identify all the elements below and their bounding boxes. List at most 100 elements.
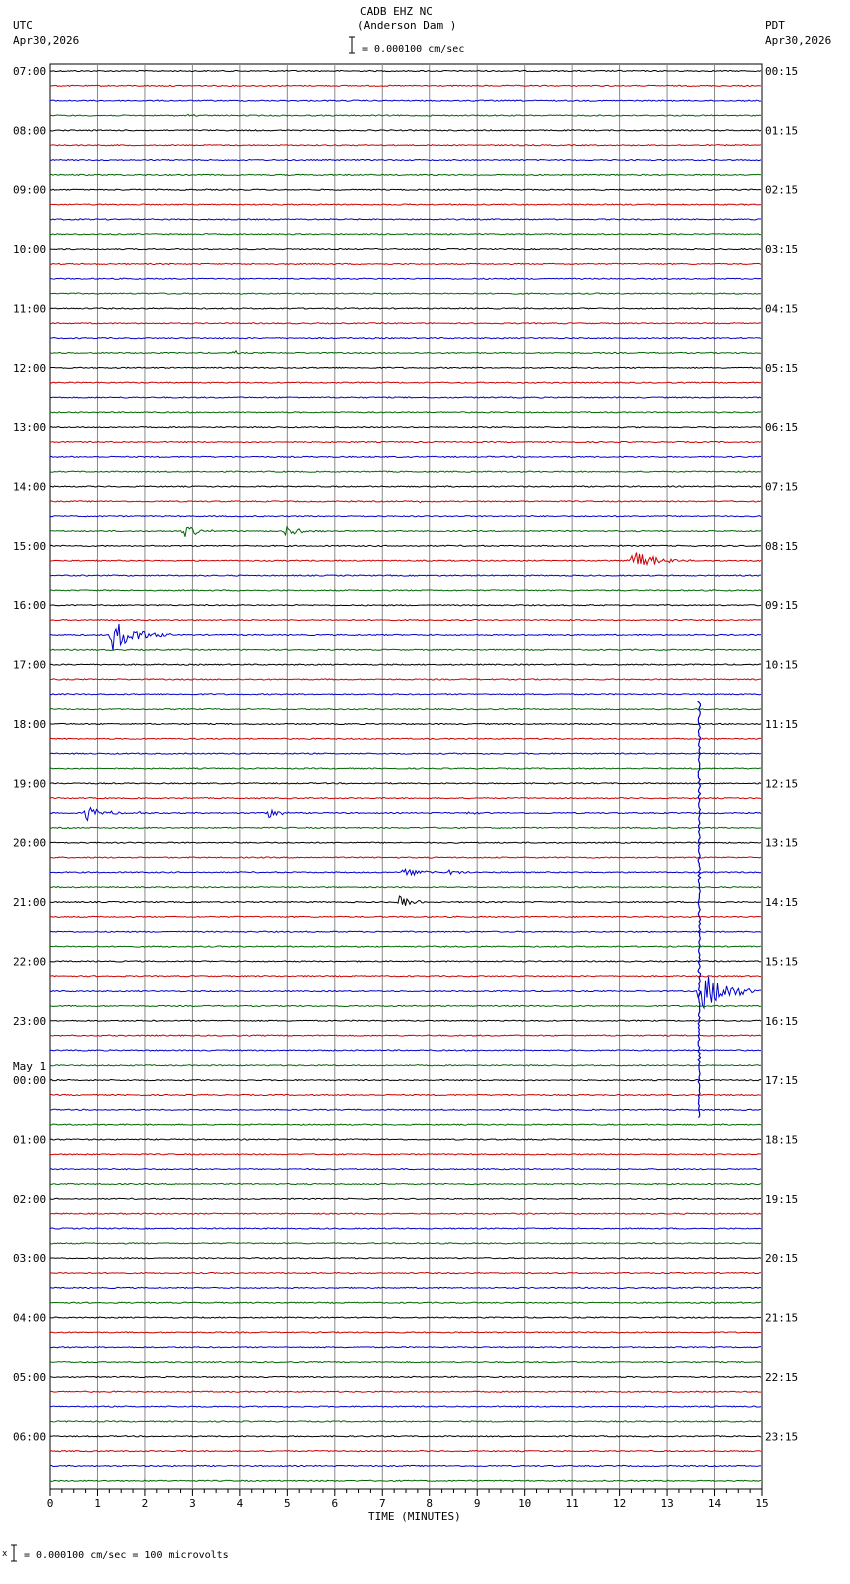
seismic-trace — [49, 1197, 762, 1201]
seismic-trace — [49, 129, 762, 132]
seismic-trace — [49, 426, 762, 429]
utc-hour-label: 12:00 — [13, 362, 46, 375]
seismic-trace — [49, 1227, 762, 1230]
pdt-hour-label: 20:15 — [765, 1252, 798, 1265]
utc-hour-label: 05:00 — [13, 1371, 46, 1384]
seismic-trace — [49, 515, 762, 518]
x-tick-label: 12 — [613, 1497, 626, 1510]
pdt-hour-label: 05:15 — [765, 362, 798, 375]
seismic-trace — [49, 544, 762, 548]
footer-mark: x — [2, 1549, 8, 1559]
seismic-trace — [49, 796, 762, 800]
x-tick-label: 15 — [755, 1497, 768, 1510]
pdt-hour-label: 17:15 — [765, 1074, 798, 1087]
seismic-trace — [49, 1212, 762, 1215]
pdt-hour-label: 23:15 — [765, 1430, 798, 1443]
seismic-trace — [49, 752, 762, 755]
seismic-trace — [49, 277, 762, 280]
seismic-trace — [49, 1004, 762, 1008]
pdt-hour-label: 02:15 — [765, 184, 798, 197]
seismic-trace — [49, 1449, 762, 1453]
x-tick-label: 3 — [189, 1497, 196, 1510]
seismic-trace — [49, 381, 762, 384]
utc-hour-label: 10:00 — [13, 243, 46, 256]
seismic-trace — [49, 69, 762, 73]
seismic-trace — [49, 856, 762, 859]
seismic-trace — [49, 1405, 762, 1408]
seismic-trace — [49, 1019, 762, 1022]
seismic-trace — [49, 826, 762, 830]
seismic-trace — [49, 292, 762, 295]
seismic-trace — [49, 678, 762, 681]
utc-hour-label: 11:00 — [13, 302, 46, 315]
seismic-trace — [49, 500, 762, 504]
seismic-trace — [49, 1078, 762, 1082]
seismic-trace — [49, 1375, 762, 1379]
seismic-trace — [49, 663, 762, 666]
seismic-trace — [49, 307, 762, 310]
pdt-hour-label: 15:15 — [765, 955, 798, 968]
seismic-trace — [49, 485, 762, 488]
utc-hour-label: 23:00 — [13, 1015, 46, 1028]
utc-hour-label: 08:00 — [13, 124, 46, 137]
pdt-hour-label: 11:15 — [765, 718, 798, 731]
x-tick-label: 6 — [331, 1497, 338, 1510]
seismic-trace — [49, 1242, 762, 1245]
pdt-hour-label: 21:15 — [765, 1312, 798, 1325]
seismic-trace — [49, 975, 762, 978]
seismic-trace — [49, 1182, 762, 1186]
seismic-trace — [49, 1138, 762, 1141]
seismic-trace — [49, 262, 762, 266]
large-event-spike — [696, 701, 702, 1119]
seismic-trace — [49, 1346, 762, 1349]
seismic-trace — [49, 895, 762, 906]
utc-hour-label: 18:00 — [13, 718, 46, 731]
seismic-trace — [49, 618, 762, 622]
seismic-trace — [49, 233, 762, 236]
pdt-hour-label: 01:15 — [765, 124, 798, 137]
utc-hour-label: 15:00 — [13, 540, 46, 553]
seismic-trace — [49, 1153, 762, 1156]
seismic-trace — [49, 960, 762, 963]
seismic-trace — [49, 930, 762, 933]
x-tick-label: 10 — [518, 1497, 531, 1510]
seismic-trace — [49, 841, 762, 844]
x-tick-label: 2 — [142, 1497, 149, 1510]
seismic-trace — [49, 1064, 762, 1067]
seismic-trace — [49, 84, 762, 88]
seismic-trace — [49, 976, 762, 1010]
seismic-trace — [49, 1093, 762, 1097]
utc-hour-label: 17:00 — [13, 659, 46, 672]
seismic-trace — [49, 470, 762, 473]
utc-hour-label: 22:00 — [13, 955, 46, 968]
x-tick-label: 13 — [660, 1497, 673, 1510]
pdt-hour-label: 03:15 — [765, 243, 798, 256]
utc-hour-label: 14:00 — [13, 481, 46, 494]
pdt-hour-label: 16:15 — [765, 1015, 798, 1028]
x-tick-label: 1 — [94, 1497, 101, 1510]
x-tick-label: 14 — [708, 1497, 722, 1510]
x-tick-label: 11 — [565, 1497, 578, 1510]
utc-hour-label: 03:00 — [13, 1252, 46, 1265]
seismogram-plot: 07:00 08:00 09:00 10:00 11:00 12:00 13:00 14:00… — [13, 63, 798, 1510]
seismic-trace — [49, 1331, 762, 1334]
pdt-hour-label: 09:15 — [765, 599, 798, 612]
seismic-trace — [49, 188, 762, 191]
x-tick-label: 0 — [47, 1497, 54, 1510]
seismic-trace — [49, 525, 762, 537]
utc-hour-label: 04:00 — [13, 1312, 46, 1325]
seismic-trace — [49, 1301, 762, 1304]
seismic-trace — [50, 1420, 762, 1423]
seismic-trace — [49, 173, 762, 177]
seismic-trace — [49, 574, 762, 577]
utc-hour-label: 06:00 — [13, 1430, 46, 1443]
seismic-trace — [49, 604, 762, 607]
utc-hour-label: 13:00 — [13, 421, 46, 434]
pdt-hour-label: 00:15 — [765, 65, 798, 78]
seismic-trace — [49, 648, 762, 651]
seismic-trace — [49, 886, 762, 889]
pdt-hour-label: 19:15 — [765, 1193, 798, 1206]
seismic-trace — [49, 322, 762, 325]
seismic-trace — [49, 1123, 762, 1126]
seismic-trace — [49, 99, 762, 102]
